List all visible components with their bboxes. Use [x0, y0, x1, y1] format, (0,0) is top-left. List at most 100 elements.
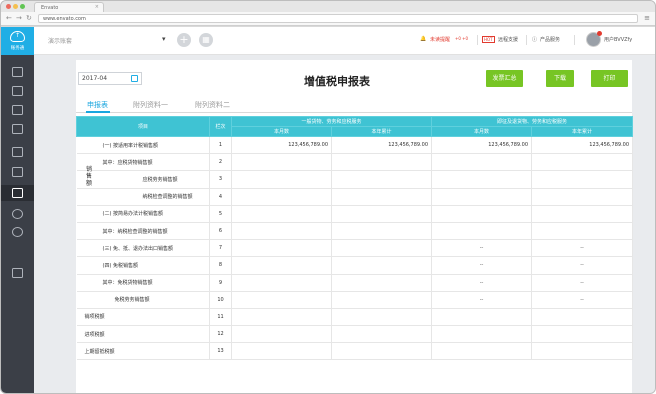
- settings-icon[interactable]: [12, 227, 23, 237]
- value-cell-c3[interactable]: [431, 205, 533, 223]
- value-cell-c3[interactable]: [431, 325, 533, 344]
- value-cell-c2[interactable]: 123,456,789.00: [331, 136, 433, 155]
- divider: [574, 35, 575, 45]
- value-cell-c1[interactable]: [231, 325, 332, 344]
- browser-tab[interactable]: Envato ×: [34, 2, 104, 12]
- reload-icon[interactable]: ↻: [26, 14, 32, 22]
- value-cell-c1[interactable]: 123,456,789.00: [231, 136, 332, 155]
- value-cell-c2[interactable]: [331, 342, 433, 361]
- value-cell-c4[interactable]: --: [531, 274, 634, 292]
- value-cell-c1[interactable]: [231, 274, 332, 292]
- value-cell-c1[interactable]: [231, 188, 332, 206]
- browser-window: Envato × ← → ↻ www.envato.com ≡ ↑ 账务通 演示…: [0, 0, 656, 394]
- value-cell-c2[interactable]: [331, 239, 433, 258]
- value-cell-c1[interactable]: [231, 222, 332, 241]
- value-cell-c2[interactable]: [331, 170, 433, 189]
- tax-icon[interactable]: [12, 147, 23, 157]
- value-cell-c2[interactable]: [331, 205, 433, 223]
- tab-attachment-1[interactable]: 附列资料一: [133, 100, 168, 110]
- value-cell-c4[interactable]: 123,456,789.00: [531, 136, 634, 155]
- report-icon[interactable]: [12, 188, 23, 198]
- value-cell-c4[interactable]: [531, 222, 634, 241]
- row-label: 其中：纳税检查调整的销售额: [102, 228, 168, 235]
- bell-icon[interactable]: 🔔: [420, 36, 426, 42]
- row-label: 其中：免税货物销售额: [102, 280, 153, 287]
- value-cell-c3[interactable]: 123,456,789.00: [431, 136, 533, 155]
- voucher-icon[interactable]: [12, 86, 23, 96]
- value-cell-c1[interactable]: [231, 308, 332, 327]
- value-cell-c1[interactable]: [231, 291, 332, 309]
- add-icon[interactable]: +: [177, 33, 191, 47]
- value-cell-c2[interactable]: [331, 153, 433, 172]
- value-cell-c2[interactable]: [331, 222, 433, 241]
- url-input[interactable]: www.envato.com: [38, 14, 638, 23]
- value-cell-c1[interactable]: [231, 205, 332, 223]
- value-cell-c4[interactable]: [531, 170, 634, 189]
- document-icon[interactable]: [12, 268, 23, 278]
- tab-declaration[interactable]: 申报表: [87, 100, 108, 110]
- row-label-cell: 其中：免税货物销售额: [76, 274, 210, 292]
- back-icon[interactable]: ←: [6, 14, 12, 22]
- value-cell-c3[interactable]: [431, 308, 533, 327]
- tab-close-icon[interactable]: ×: [95, 4, 99, 10]
- value-cell-c4[interactable]: [531, 342, 634, 361]
- product-service-link[interactable]: 产品服务: [540, 36, 560, 43]
- value-cell-c1[interactable]: [231, 153, 332, 172]
- value-cell-c2[interactable]: [331, 308, 433, 327]
- value-cell-c3[interactable]: --: [431, 291, 533, 309]
- chevron-down-icon[interactable]: ▾: [162, 35, 166, 43]
- company-select[interactable]: 演示账套: [48, 36, 72, 45]
- value-cell-c4[interactable]: --: [531, 239, 634, 258]
- value-cell-c2[interactable]: [331, 256, 433, 275]
- invoice-icon[interactable]: [12, 167, 23, 177]
- chart-icon[interactable]: [12, 105, 23, 115]
- value-cell-c2[interactable]: [331, 325, 433, 344]
- value-cell-c2[interactable]: [331, 274, 433, 292]
- value-cell-c1[interactable]: [231, 170, 332, 189]
- print-button[interactable]: 打印: [591, 70, 628, 87]
- value-cell-c4[interactable]: [531, 325, 634, 344]
- value-cell-c1[interactable]: [231, 256, 332, 275]
- period-picker[interactable]: 2017-04: [78, 72, 142, 85]
- value-cell-c3[interactable]: [431, 342, 533, 361]
- value-cell-c3[interactable]: [431, 153, 533, 172]
- download-button[interactable]: 下载: [546, 70, 574, 87]
- value-cell-c4[interactable]: --: [531, 256, 634, 275]
- ledger-icon[interactable]: [12, 124, 23, 134]
- app-logo[interactable]: ↑ 账务通: [1, 27, 34, 55]
- value-cell-c2[interactable]: [331, 188, 433, 206]
- header-general: 一般货物、劳务和应税服务: [230, 116, 433, 127]
- value-cell-c1[interactable]: [231, 342, 332, 361]
- value-cell-c1[interactable]: [231, 239, 332, 258]
- value-cell-c3[interactable]: --: [431, 239, 533, 258]
- user-name[interactable]: 用户BVVZfy: [604, 36, 632, 43]
- value-cell-c4[interactable]: [531, 188, 634, 206]
- invoice-summary-button[interactable]: 发票汇总: [486, 70, 523, 87]
- forward-icon[interactable]: →: [16, 14, 22, 22]
- notice-link[interactable]: 未读提醒: [430, 36, 450, 43]
- help-icon[interactable]: ⓘ: [532, 36, 537, 43]
- value-cell-c4[interactable]: [531, 308, 634, 327]
- calendar-icon[interactable]: [131, 75, 138, 82]
- value-cell-c2[interactable]: [331, 291, 433, 309]
- value-cell-c3[interactable]: --: [431, 274, 533, 292]
- tab-attachment-2[interactable]: 附列资料二: [195, 100, 230, 110]
- close-window-icon[interactable]: [6, 4, 11, 9]
- side-label: 销售额: [86, 166, 93, 188]
- remote-support-link[interactable]: 远程支援: [498, 36, 518, 43]
- value-cell-c4[interactable]: --: [531, 291, 634, 309]
- value-cell-c4[interactable]: [531, 205, 634, 223]
- browser-menu-icon[interactable]: ≡: [644, 14, 650, 22]
- row-label: (二) 按简易办法计税销售额: [102, 211, 164, 218]
- value-cell-c3[interactable]: [431, 188, 533, 206]
- apps-icon[interactable]: ▦: [199, 33, 213, 47]
- maximize-window-icon[interactable]: [20, 4, 25, 9]
- value-cell-c4[interactable]: [531, 153, 634, 172]
- grid-icon[interactable]: [12, 67, 23, 77]
- value-cell-c3[interactable]: [431, 170, 533, 189]
- value-cell-c3[interactable]: [431, 222, 533, 241]
- minimize-window-icon[interactable]: [13, 4, 18, 9]
- table-row: 上期留抵税额 13: [76, 342, 634, 361]
- value-cell-c3[interactable]: --: [431, 256, 533, 275]
- user-icon[interactable]: [12, 209, 23, 219]
